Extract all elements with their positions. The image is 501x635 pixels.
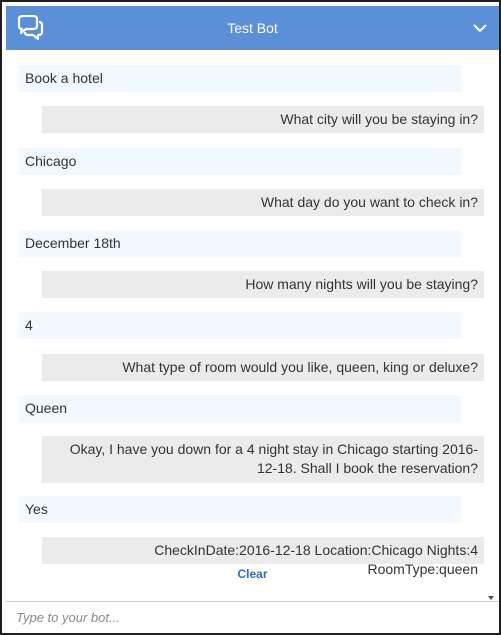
chat-window: Test Bot Book a hotel What city will you… [0,0,501,635]
bot-message: How many nights will you be staying? [42,271,484,298]
message-input-area [6,601,499,633]
bot-message: What city will you be staying in? [42,106,484,133]
message-input[interactable] [6,602,499,633]
bot-message: What day do you want to check in? [42,189,484,216]
user-message: Yes [19,496,461,523]
user-message: Chicago [19,148,461,175]
clear-button[interactable]: Clear [6,567,499,581]
chat-header: Test Bot [6,6,499,50]
user-message: December 18th [19,230,461,257]
conversation-area[interactable]: Book a hotel What city will you be stayi… [6,50,499,600]
bot-message: Okay, I have you down for a 4 night stay… [42,436,484,483]
user-message: Queen [19,395,461,422]
chevron-down-icon[interactable] [471,19,489,37]
user-message: 4 [19,312,461,339]
scroll-down-arrow-icon[interactable] [486,590,496,600]
scrollbar[interactable] [485,50,499,600]
user-message: Book a hotel [19,65,461,92]
bot-title: Test Bot [227,20,278,36]
bot-message: What type of room would you like, queen,… [42,354,484,381]
bot-message: CheckInDate:2016-12-18 Location:Chicago … [42,537,484,577]
